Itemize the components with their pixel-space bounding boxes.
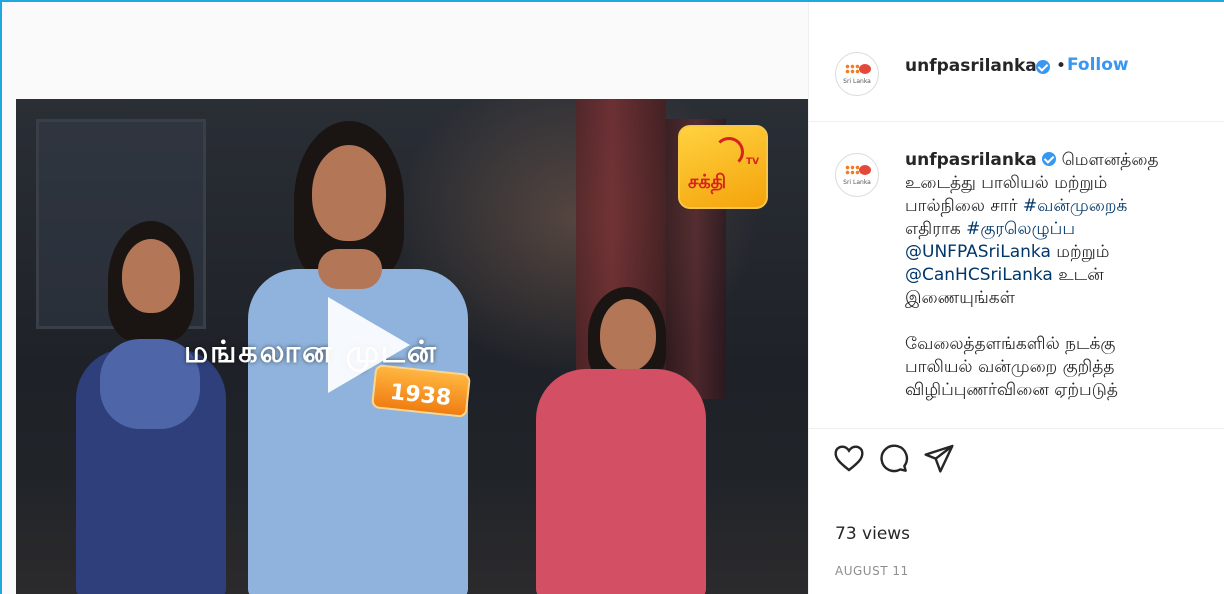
post-header: Sri Lanka unfpasrilanka • Follow — [809, 2, 1224, 122]
mention-link[interactable]: @CanHCSriLanka — [905, 265, 1053, 285]
avatar-caption: Sri Lanka — [843, 78, 871, 85]
verified-badge-icon — [1042, 152, 1057, 166]
caption-area: Sri Lanka unfpasrilanka மௌனத்தை உடைத்து … — [809, 123, 1224, 429]
paper-plane-icon[interactable] — [923, 442, 955, 474]
media-pane: சக்தி TV மங்கலான முடன் 1938 — [2, 2, 808, 594]
avatar[interactable]: Sri Lanka — [835, 52, 879, 96]
hashtag-link[interactable]: #குரலெழுப்ப — [966, 219, 1075, 239]
sun-rays-icon — [714, 137, 744, 167]
caption-avatar[interactable]: Sri Lanka — [835, 153, 879, 197]
post-actions — [809, 442, 1224, 482]
channel-logo: சக்தி TV — [678, 125, 768, 209]
verified-badge-icon — [1036, 60, 1050, 74]
post-side-panel: Sri Lanka unfpasrilanka • Follow Sri Lan… — [808, 2, 1224, 594]
post-date[interactable]: AUGUST 11 — [835, 564, 909, 578]
view-count[interactable]: 73 views — [835, 524, 910, 544]
caption-username[interactable]: unfpasrilanka — [905, 150, 1037, 170]
comment-icon[interactable] — [877, 442, 909, 474]
mention-link[interactable]: @UNFPASriLanka — [905, 242, 1051, 262]
media-top-area — [2, 2, 808, 98]
hashtag-link[interactable]: #வன்முறைக் — [1023, 196, 1127, 216]
play-icon[interactable] — [328, 297, 410, 393]
username-link[interactable]: unfpasrilanka — [905, 56, 1037, 76]
separator-dot: • — [1056, 56, 1067, 76]
post-caption: unfpasrilanka மௌனத்தை உடைத்து பாலியல் மற… — [905, 150, 1159, 400]
channel-logo-text: சக்தி — [688, 171, 727, 193]
follow-button[interactable]: Follow — [1067, 55, 1129, 75]
heart-icon[interactable] — [833, 442, 865, 474]
channel-logo-tv: TV — [746, 157, 760, 167]
video-player[interactable]: சக்தி TV மங்கலான முடன் 1938 — [16, 99, 808, 594]
